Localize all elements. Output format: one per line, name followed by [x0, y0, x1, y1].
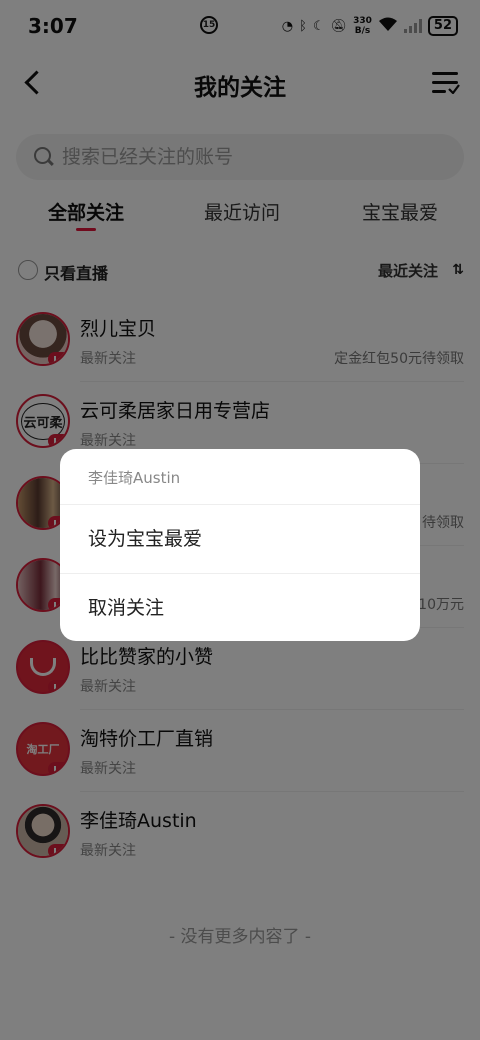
unfollow-button[interactable]: 取消关注	[60, 573, 420, 641]
set-baby-favorite-button[interactable]: 设为宝宝最爱	[60, 505, 420, 573]
action-sheet: 李佳琦Austin 设为宝宝最爱 取消关注	[60, 449, 420, 641]
action-sheet-title: 李佳琦Austin	[60, 449, 420, 505]
